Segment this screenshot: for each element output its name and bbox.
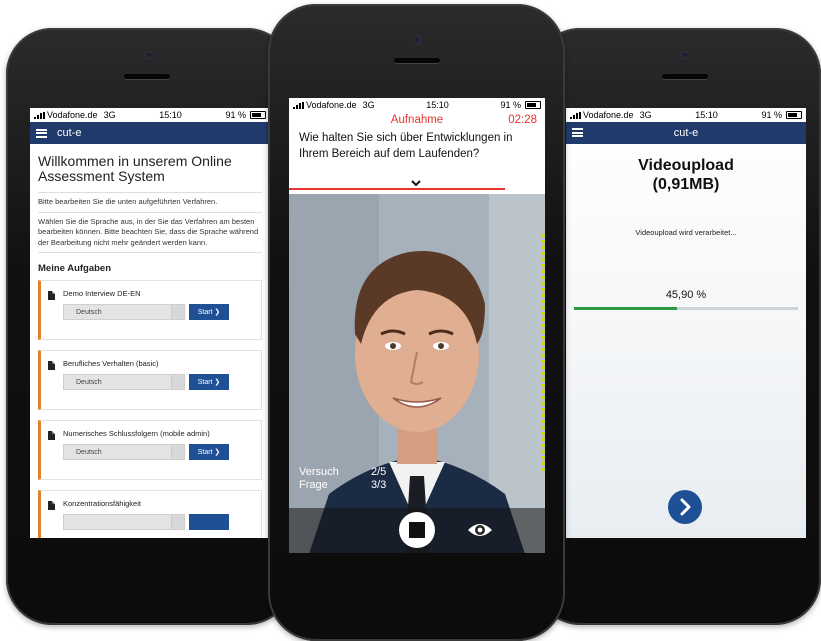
- phone-center: Vodafone.de 3G 15:10 91 % Aufnahme 02:28…: [268, 4, 565, 641]
- battery-label: 91 %: [225, 110, 246, 120]
- task-name: Demo Interview DE-EN: [63, 289, 141, 298]
- document-icon: [48, 501, 55, 510]
- hamburger-icon[interactable]: [572, 128, 583, 137]
- upload-title-line2: (0,91MB): [652, 176, 720, 193]
- task-name: Konzentrationsfähigkeit: [63, 499, 141, 508]
- battery-icon: [250, 111, 266, 119]
- attempt-value: 2/5: [371, 466, 387, 478]
- task-card: Konzentrationsfähigkeit: [38, 490, 262, 538]
- clock: 15:10: [695, 110, 718, 120]
- language-select-value: Deutsch: [76, 378, 102, 386]
- language-select[interactable]: Deutsch: [63, 374, 185, 390]
- network-label: 3G: [103, 110, 116, 120]
- camera-preview: Versuch 2/5 Frage 3/3: [289, 194, 545, 553]
- phone-left: Vodafone.de 3G 15:10 91 % cut-e Willkomm…: [6, 28, 293, 625]
- progress-label: 45,90 %: [665, 289, 707, 301]
- recording-timer: 02:28: [508, 114, 537, 126]
- screen-center: Vodafone.de 3G 15:10 91 % Aufnahme 02:28…: [289, 98, 545, 553]
- chevron-right-icon: [680, 498, 691, 516]
- language-select[interactable]: Deutsch: [63, 444, 185, 460]
- stop-button[interactable]: [399, 512, 435, 548]
- attempt-info: Versuch 2/5 Frage 3/3: [299, 466, 386, 492]
- network-label: 3G: [362, 100, 375, 110]
- upload-title-line1: Videoupload: [638, 157, 734, 174]
- audio-level-indicator: [542, 234, 545, 474]
- interview-question: Wie halten Sie sich über Entwicklungen i…: [289, 130, 545, 182]
- speaker-grille: [662, 74, 708, 79]
- front-camera: [414, 37, 420, 43]
- battery-icon: [786, 111, 802, 119]
- question-value: 3/3: [371, 479, 387, 491]
- chevron-down-icon[interactable]: [411, 178, 421, 188]
- speaker-grille: [124, 74, 170, 79]
- task-card: Numerisches Schlussfolgern (mobile admin…: [38, 420, 262, 480]
- clock: 15:10: [159, 110, 182, 120]
- question-label: Frage: [299, 479, 328, 491]
- app-title: cut-e: [673, 127, 699, 139]
- battery-label: 91 %: [500, 100, 521, 110]
- status-bar: Vodafone.de 3G 15:10 91 %: [30, 108, 270, 122]
- language-select[interactable]: [63, 514, 185, 530]
- battery-label: 91 %: [761, 110, 782, 120]
- candidate-video-image: [289, 194, 545, 553]
- upload-title: Videoupload (0,91MB): [566, 156, 806, 194]
- clock: 15:10: [426, 100, 449, 110]
- tasks-heading: Meine Aufgaben: [38, 263, 112, 274]
- hamburger-icon[interactable]: [36, 128, 47, 138]
- language-select[interactable]: Deutsch: [63, 304, 185, 320]
- divider: [38, 252, 262, 253]
- next-button[interactable]: [668, 490, 702, 524]
- phone-right: Vodafone.de 3G 15:10 91 % cut-e Videoupl…: [534, 28, 821, 625]
- front-camera: [682, 52, 688, 58]
- signal-icon: [34, 111, 45, 119]
- chevron-down-icon: [171, 445, 184, 459]
- chevron-down-icon: [171, 515, 184, 529]
- network-label: 3G: [639, 110, 652, 120]
- task-name: Numerisches Schlussfolgern (mobile admin…: [63, 429, 210, 438]
- divider: [38, 211, 262, 213]
- status-bar: Vodafone.de 3G 15:10 91 %: [289, 98, 545, 112]
- screen-right: Vodafone.de 3G 15:10 91 % cut-e Videoupl…: [566, 108, 806, 538]
- chevron-down-icon: [171, 375, 184, 389]
- document-icon: [48, 291, 55, 300]
- welcome-title: Willkommen in unserem Online Assessment …: [38, 153, 232, 184]
- stop-icon: [409, 522, 425, 538]
- attempt-label: Versuch: [299, 466, 339, 478]
- language-select-value: Deutsch: [76, 308, 102, 316]
- progress-fill: [574, 307, 677, 310]
- speaker-grille: [394, 58, 440, 63]
- divider: [38, 192, 262, 193]
- document-icon: [48, 431, 55, 440]
- progress-bar: [574, 307, 798, 310]
- carrier-label: Vodafone.de: [47, 110, 98, 120]
- task-card: Demo Interview DE-EN Deutsch Start ❯: [38, 280, 262, 340]
- navbar: cut-e: [30, 122, 270, 144]
- carrier-label: Vodafone.de: [583, 110, 634, 120]
- app-title: cut-e: [57, 127, 82, 139]
- screen-left: Vodafone.de 3G 15:10 91 % cut-e Willkomm…: [30, 108, 270, 538]
- chevron-down-icon: [171, 305, 184, 319]
- start-button[interactable]: [189, 514, 229, 530]
- intro-text: Bitte bearbeiten Sie die unten aufgeführ…: [38, 197, 218, 206]
- start-button[interactable]: Start ❯: [189, 304, 229, 320]
- battery-icon: [525, 101, 541, 109]
- question-divider: [289, 180, 545, 194]
- recording-controls: [289, 508, 545, 553]
- language-select-value: Deutsch: [76, 448, 102, 456]
- recording-label: Aufnahme: [390, 114, 444, 126]
- start-button[interactable]: Start ❯: [189, 444, 229, 460]
- task-name: Berufliches Verhalten (basic): [63, 359, 159, 368]
- start-button[interactable]: Start ❯: [189, 374, 229, 390]
- status-bar: Vodafone.de 3G 15:10 91 %: [566, 108, 806, 122]
- signal-icon: [293, 101, 304, 109]
- eye-icon[interactable]: [467, 520, 493, 540]
- language-text: Wählen Sie die Sprache aus, in der Sie d…: [38, 216, 259, 247]
- carrier-label: Vodafone.de: [306, 100, 357, 110]
- navbar: cut-e: [566, 122, 806, 144]
- upload-status: Videoupload wird verarbeitet...: [635, 228, 737, 237]
- document-icon: [48, 361, 55, 370]
- front-camera: [146, 52, 152, 58]
- signal-icon: [570, 111, 581, 119]
- task-card: Berufliches Verhalten (basic) Deutsch St…: [38, 350, 262, 410]
